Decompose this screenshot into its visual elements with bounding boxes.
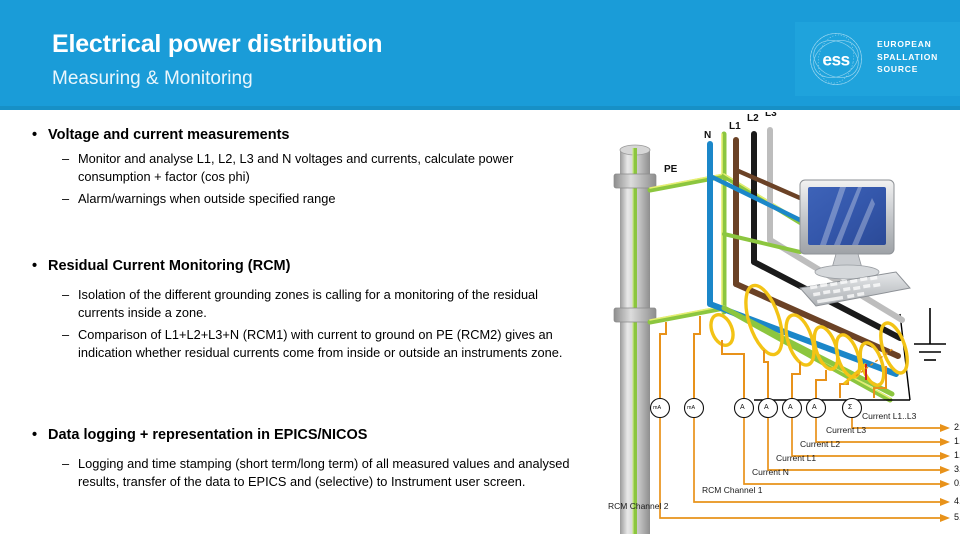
content-section-1: • Voltage and current measurements – Mon… xyxy=(0,126,580,208)
section-1-item-2: – Alarm/warnings when outside specified … xyxy=(0,190,580,208)
slide-header: Electrical power distribution Measuring … xyxy=(0,0,960,110)
meter-symbol-ma-2: mA xyxy=(653,405,662,411)
ess-logo-text: EUROPEAN SPALLATION SOURCE xyxy=(877,38,938,76)
meter-symbol-ma-1: mA xyxy=(687,405,696,411)
dash-marker: – xyxy=(62,151,70,166)
readout-value-1: 1.54 A xyxy=(954,436,960,446)
dash-marker: – xyxy=(62,287,70,302)
section-3-item-1-text: Logging and time stamping (short term/lo… xyxy=(78,456,570,489)
meter-symbol-a-l1: A xyxy=(764,404,769,411)
readout-label-4: Current N xyxy=(752,467,789,477)
bullet-marker: • xyxy=(32,127,38,143)
section-3-item-1: – Logging and time stamping (short term/… xyxy=(0,455,580,490)
ess-logo-line-1: EUROPEAN xyxy=(877,39,932,49)
readout-value-5: 4.20 mA xyxy=(954,496,960,506)
power-distribution-diagram: PE N L1 L2 L3 mA mA A A A A Σ Current L1… xyxy=(604,112,960,540)
section-3-heading-text: Data logging + representation in EPICS/N… xyxy=(48,427,368,443)
section-2-item-1-text: Isolation of the different grounding zon… xyxy=(78,287,539,320)
bullet-marker: • xyxy=(32,427,38,443)
section-2-heading: • Residual Current Monitoring (RCM) xyxy=(0,257,580,276)
earth-ground-icon xyxy=(914,308,946,361)
section-1-item-1: – Monitor and analyse L1, L2, L3 and N v… xyxy=(0,150,580,185)
readout-label-6: RCM Channel 2 xyxy=(608,501,669,511)
page-subtitle: Measuring & Monitoring xyxy=(52,68,253,89)
readout-value-4: 0.11 A xyxy=(954,478,960,488)
dash-marker: – xyxy=(62,456,70,471)
content-section-2: • Residual Current Monitoring (RCM) – Is… xyxy=(0,257,580,361)
ess-logo: ess EUROPEAN SPALLATION SOURCE xyxy=(795,22,960,96)
section-1-item-1-text: Monitor and analyse L1, L2, L3 and N vol… xyxy=(78,151,514,184)
dash-marker: – xyxy=(62,327,70,342)
ess-logo-line-3: SOURCE xyxy=(877,64,919,74)
meter-symbol-sigma: Σ xyxy=(848,404,853,411)
meter-symbols xyxy=(649,397,863,419)
conductor-label-pe: PE xyxy=(664,164,678,175)
section-2-item-1: – Isolation of the different grounding z… xyxy=(0,286,580,321)
section-3-heading: • Data logging + representation in EPICS… xyxy=(0,426,580,445)
readout-value-3: 3.91 A xyxy=(954,464,960,474)
section-1-heading: • Voltage and current measurements xyxy=(0,126,580,145)
svg-text:ess: ess xyxy=(822,49,849,69)
meter-symbol-a-l2: A xyxy=(788,404,793,411)
readout-value-0: 2.37 A xyxy=(954,422,960,432)
section-2-heading-text: Residual Current Monitoring (RCM) xyxy=(48,258,291,274)
conductor-label-l1: L1 xyxy=(729,121,741,132)
readout-label-2: Current L2 xyxy=(800,439,841,449)
bullet-marker: • xyxy=(32,258,38,274)
section-1-item-2-text: Alarm/warnings when outside specified ra… xyxy=(78,191,336,206)
conductor-label-l3: L3 xyxy=(765,112,777,119)
section-1-heading-text: Voltage and current measurements xyxy=(48,127,290,143)
ground-column-icon xyxy=(613,144,657,534)
slide-body: • Voltage and current measurements – Mon… xyxy=(0,110,600,540)
ess-logo-line-2: SPALLATION xyxy=(877,51,939,62)
readout-label-1: Current L3 xyxy=(826,425,867,435)
readout-leaders xyxy=(659,418,940,519)
readout-value-6: 5.30 mA xyxy=(954,512,960,522)
section-2-item-2-text: Comparison of L1+L2+L3+N (RCM1) with cur… xyxy=(78,327,563,360)
page-title: Electrical power distribution xyxy=(52,30,383,58)
readout-label-5: RCM Channel 1 xyxy=(702,485,763,495)
readout-label-0: Current L1..L3 xyxy=(862,411,917,421)
conductor-label-n: N xyxy=(704,130,712,141)
meter-symbol-a-l3: A xyxy=(812,404,817,411)
readout-label-3: Current L1 xyxy=(776,453,817,463)
meter-symbol-a-n: A xyxy=(740,404,745,411)
dash-marker: – xyxy=(62,191,70,206)
ess-logo-mark: ess xyxy=(810,33,862,85)
readout-value-2: 1.51 A xyxy=(954,450,960,460)
section-2-item-2: – Comparison of L1+L2+L3+N (RCM1) with c… xyxy=(0,326,580,361)
content-section-3: • Data logging + representation in EPICS… xyxy=(0,426,580,490)
readout-arrowheads xyxy=(940,424,950,522)
conductor-label-l2: L2 xyxy=(747,113,759,124)
